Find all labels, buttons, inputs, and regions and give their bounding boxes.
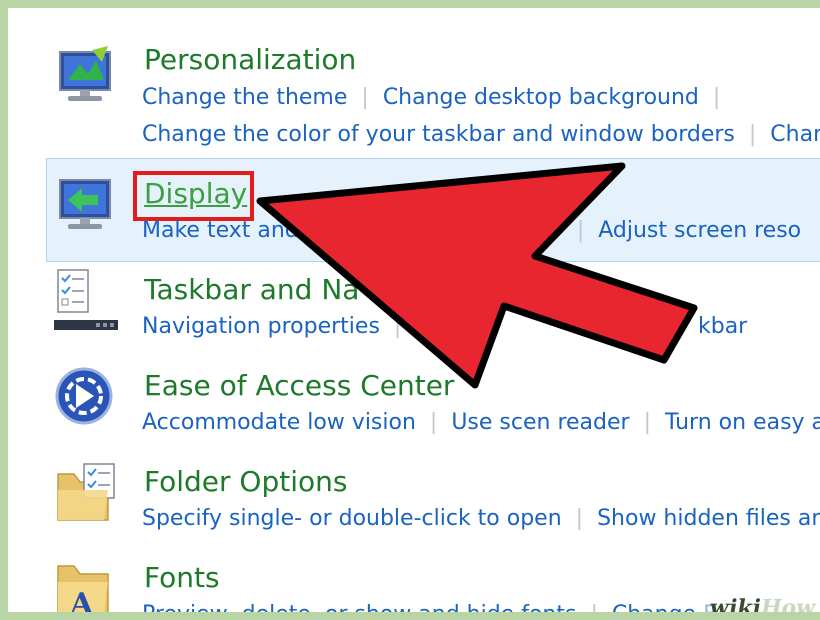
control-panel-window: Personalization Change the theme | Change … — [0, 0, 820, 620]
red-arrow-annotation — [256, 162, 698, 389]
wikihow-watermark: wikiHow — [692, 590, 820, 612]
